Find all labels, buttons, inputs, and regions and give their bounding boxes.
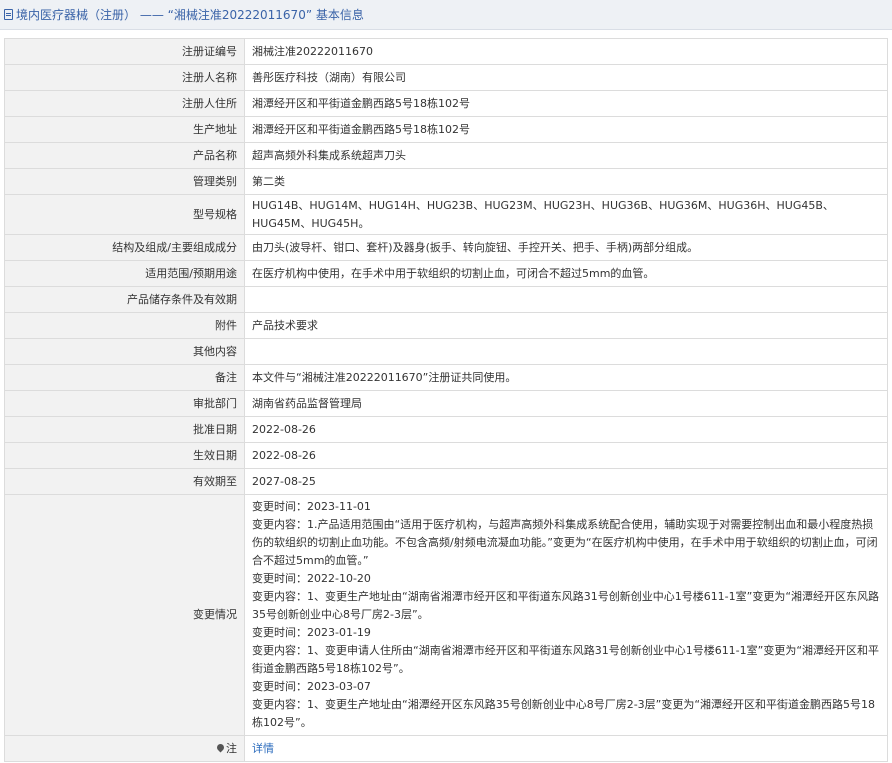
field-value: 湘潭经开区和平街道金鹏西路5号18栋102号: [244, 116, 888, 143]
field-label: 生效日期: [4, 442, 245, 469]
info-table: 注册证编号 湘械注准20222011670 注册人名称 善彤医疗科技（湖南）有限公司注…: [4, 38, 888, 762]
field-label: 备注: [4, 364, 245, 391]
info-row: 生效日期 2022-08-26: [4, 442, 888, 469]
info-row: 备注 本文件与“湘械注准20222011670”注册证共同使用。: [4, 364, 888, 391]
field-label: 附件: [4, 312, 245, 339]
field-value: 2027-08-25: [244, 468, 888, 495]
field-label: 型号规格: [4, 194, 245, 235]
pin-icon: [215, 742, 226, 752]
info-row: 注册证编号 湘械注准20222011670: [4, 38, 888, 65]
change-content: 变更内容：1.产品适用范围由“适用于医疗机构，与超声高频外科集成系统配合使用，辅…: [252, 518, 878, 567]
field-label: 批准日期: [4, 416, 245, 443]
info-table-body: 注册证编号 湘械注准20222011670 注册人名称 善彤医疗科技（湖南）有限公司注…: [4, 38, 888, 762]
note-row: 注 详情: [4, 735, 888, 762]
note-label-cell: 注: [4, 735, 245, 762]
change-content: 变更内容：1、变更生产地址由“湖南省湘潭市经开区和平街道东风路31号创新创业中心…: [252, 590, 880, 621]
field-label: 审批部门: [4, 390, 245, 417]
field-value: [244, 286, 888, 313]
info-row: 型号规格 HUG14B、HUG14M、HUG14H、HUG23B、HUG23M、H…: [4, 194, 888, 235]
info-row: 管理类别 第二类: [4, 168, 888, 195]
info-row: 有效期至 2027-08-25: [4, 468, 888, 495]
field-label: 产品名称: [4, 142, 245, 169]
field-value: 第二类: [244, 168, 888, 195]
info-row: 产品名称 超声高频外科集成系统超声刀头: [4, 142, 888, 169]
change-content: 变更内容：1、变更生产地址由“湘潭经开区东风路35号创新创业中心8号厂房2-3层…: [252, 698, 876, 729]
field-label: 注册证编号: [4, 38, 245, 65]
note-label: 注: [226, 741, 237, 755]
field-label: 结构及组成/主要组成成分: [4, 234, 245, 261]
field-value: 由刀头(波导杆、钳口、套杆)及器身(扳手、转向旋钮、手控开关、把手、手柄)两部分…: [244, 234, 888, 261]
change-history-row: 变更情况 变更时间：2023-11-01 变更内容：1.产品适用范围由“适用于医疗机…: [4, 494, 888, 736]
info-row: 适用范围/预期用途 在医疗机构中使用，在手术中用于软组织的切割止血，可闭合不超过5…: [4, 260, 888, 287]
change-history-list: 变更时间：2023-11-01 变更内容：1.产品适用范围由“适用于医疗机构，与超…: [244, 494, 888, 736]
field-value: 善彤医疗科技（湖南）有限公司: [244, 64, 888, 91]
field-value: HUG14B、HUG14M、HUG14H、HUG23B、HUG23M、HUG23…: [244, 194, 888, 235]
info-row: 注册人住所 湘潭经开区和平街道金鹏西路5号18栋102号: [4, 90, 888, 117]
field-label: 生产地址: [4, 116, 245, 143]
change-time: 变更时间：2023-11-01: [252, 500, 371, 513]
field-value: [244, 338, 888, 365]
info-row: 其他内容: [4, 338, 888, 365]
info-row: 产品储存条件及有效期: [4, 286, 888, 313]
field-value: 2022-08-26: [244, 442, 888, 469]
field-value: 产品技术要求: [244, 312, 888, 339]
info-row: 结构及组成/主要组成成分 由刀头(波导杆、钳口、套杆)及器身(扳手、转向旋钮、手控…: [4, 234, 888, 261]
field-label: 注册人名称: [4, 64, 245, 91]
field-value: 在医疗机构中使用，在手术中用于软组织的切割止血，可闭合不超过5mm的血管。: [244, 260, 888, 287]
info-row: 批准日期 2022-08-26: [4, 416, 888, 443]
field-value: 湘潭经开区和平街道金鹏西路5号18栋102号: [244, 90, 888, 117]
page-title: 境内医疗器械（注册） —— “湘械注准20222011670” 基本信息: [16, 8, 364, 22]
document-icon: [4, 9, 13, 20]
field-label: 其他内容: [4, 338, 245, 365]
field-value: 2022-08-26: [244, 416, 888, 443]
field-label: 产品储存条件及有效期: [4, 286, 245, 313]
field-label: 注册人住所: [4, 90, 245, 117]
detail-link[interactable]: 详情: [252, 742, 274, 755]
field-label: 变更情况: [4, 494, 245, 736]
field-value: 本文件与“湘械注准20222011670”注册证共同使用。: [244, 364, 888, 391]
change-time: 变更时间：2022-10-20: [252, 572, 371, 585]
field-label: 管理类别: [4, 168, 245, 195]
field-label: 适用范围/预期用途: [4, 260, 245, 287]
field-value: 湖南省药品监督管理局: [244, 390, 888, 417]
note-value-cell: 详情: [244, 735, 888, 762]
info-row: 审批部门 湖南省药品监督管理局: [4, 390, 888, 417]
info-row: 注册人名称 善彤医疗科技（湖南）有限公司: [4, 64, 888, 91]
change-content: 变更内容：1、变更申请人住所由“湖南省湘潭市经开区和平街道东风路31号创新创业中…: [252, 644, 880, 675]
field-label: 有效期至: [4, 468, 245, 495]
info-row: 附件 产品技术要求: [4, 312, 888, 339]
field-value: 超声高频外科集成系统超声刀头: [244, 142, 888, 169]
info-row: 生产地址 湘潭经开区和平街道金鹏西路5号18栋102号: [4, 116, 888, 143]
page-title-bar: 境内医疗器械（注册） —— “湘械注准20222011670” 基本信息: [0, 0, 892, 30]
change-time: 变更时间：2023-01-19: [252, 626, 371, 639]
change-time: 变更时间：2023-03-07: [252, 680, 371, 693]
field-value: 湘械注准20222011670: [244, 38, 888, 65]
